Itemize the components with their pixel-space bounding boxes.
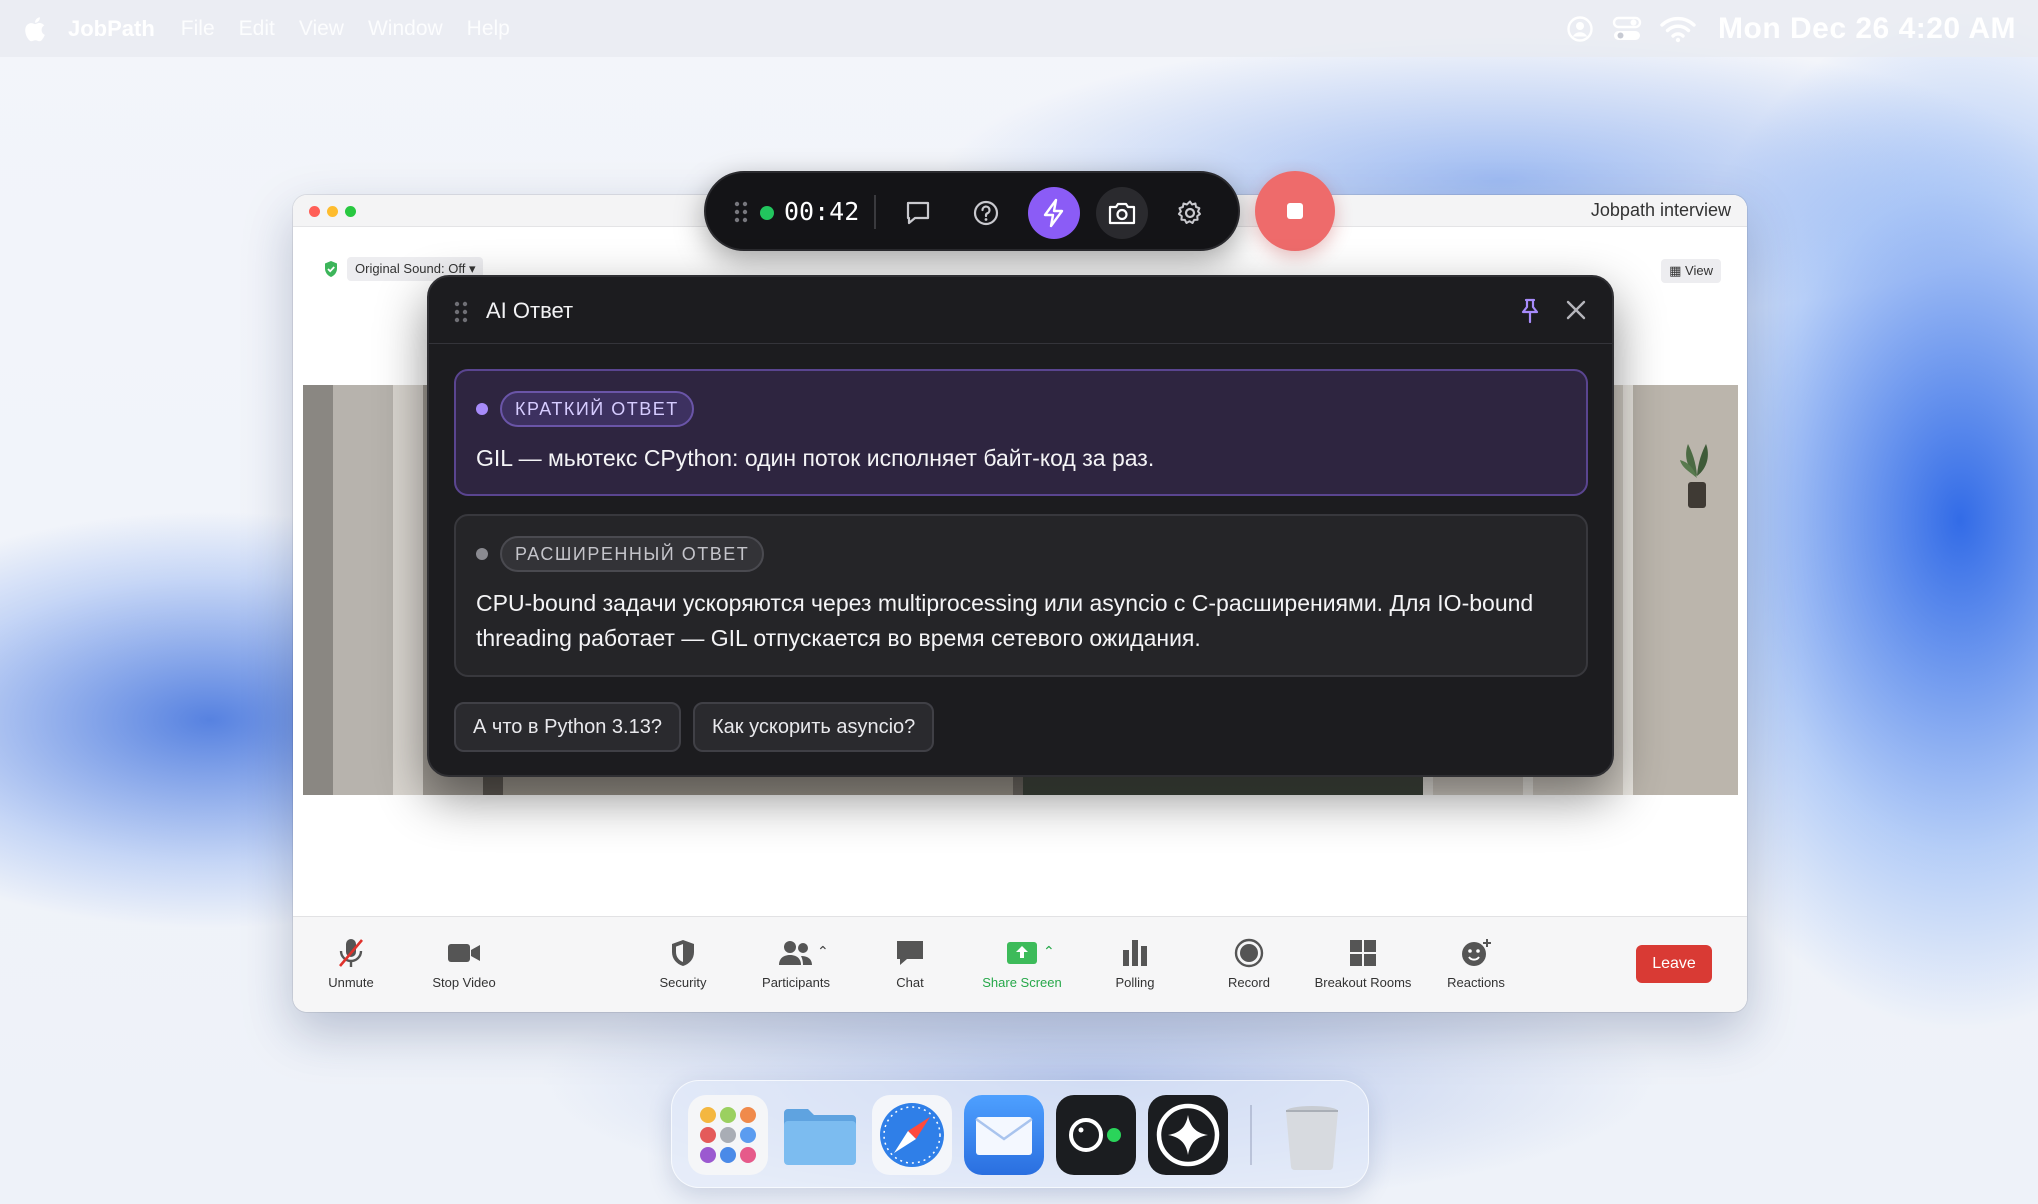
stop-recording-button[interactable] (1255, 171, 1335, 251)
extended-answer-tag: РАСШИРЕННЫЙ ОТВЕТ (500, 536, 765, 572)
reactions-button[interactable]: Reactions (1421, 937, 1531, 990)
menu-view[interactable]: View (299, 17, 344, 41)
launchpad-icon[interactable] (688, 1095, 768, 1175)
share-screen-caret-icon[interactable]: ⌃ (1043, 943, 1055, 960)
control-center-icon[interactable] (1612, 15, 1642, 43)
unmute-button[interactable]: Unmute (296, 937, 406, 990)
camera-icon (1107, 200, 1137, 226)
short-answer-card: КРАТКИЙ ОТВЕТ GIL — мьютекс CPython: оди… (454, 369, 1588, 496)
extended-answer-tag-row: РАСШИРЕННЫЙ ОТВЕТ (476, 536, 765, 572)
extended-answer-text: CPU-bound задачи ускоряются через multip… (476, 590, 1534, 651)
shield-icon (669, 937, 697, 969)
stop-video-label: Stop Video (432, 975, 496, 990)
followup-chips: А что в Python 3.13? Как ускорить asynci… (454, 702, 935, 752)
short-answer-tag: КРАТКИЙ ОТВЕТ (500, 391, 694, 427)
shield-check-icon (323, 260, 339, 278)
menu-clock[interactable]: Mon Dec 26 4:20 AM (1718, 12, 2016, 46)
recording-status-dot (760, 206, 774, 220)
leave-button[interactable]: Leave (1636, 945, 1712, 983)
wifi-icon[interactable] (1660, 15, 1696, 43)
short-answer-text: GIL — мьютекс CPython: один поток исполн… (476, 445, 1155, 471)
security-label: Security (659, 975, 707, 990)
help-button[interactable] (960, 187, 1012, 239)
participants-icon (779, 937, 813, 969)
assistant-control-bar: 00:42 (704, 171, 1240, 251)
apple-logo-icon[interactable] (22, 15, 46, 43)
close-window-button[interactable] (309, 206, 320, 217)
breakout-rooms-label: Breakout Rooms (1314, 975, 1412, 990)
chat-toggle-button[interactable] (892, 187, 944, 239)
jobpath-icon[interactable] (1056, 1095, 1136, 1175)
followup-chip-python313[interactable]: А что в Python 3.13? (454, 702, 681, 752)
menu-window[interactable]: Window (368, 17, 443, 41)
minimize-window-button[interactable] (327, 206, 338, 217)
stop-video-button[interactable]: Stop Video (409, 937, 519, 990)
unmute-label: Unmute (328, 975, 374, 990)
chat-icon (895, 937, 925, 969)
short-answer-tag-row: КРАТКИЙ ОТВЕТ (476, 391, 694, 427)
polling-label: Polling (1115, 975, 1155, 990)
dock (671, 1080, 1369, 1188)
chat-button[interactable]: Chat (855, 937, 965, 990)
zoom-toolbar: Unmute Stop Video Security Participants … (293, 916, 1747, 1012)
trash-icon[interactable] (1272, 1095, 1352, 1175)
window-controls (309, 206, 356, 217)
record-label: Record (1228, 975, 1270, 990)
record-button[interactable]: Record (1194, 937, 1304, 990)
dock-divider (1250, 1105, 1252, 1165)
bar-chart-icon (1121, 937, 1149, 969)
safari-icon[interactable] (872, 1095, 952, 1175)
followup-chip-asyncio[interactable]: Как ускорить asyncio? (692, 702, 935, 752)
breakout-rooms-button[interactable]: Breakout Rooms (1308, 937, 1418, 990)
record-icon (1234, 937, 1264, 969)
reactions-label: Reactions (1447, 975, 1505, 990)
ai-answer-button[interactable] (1028, 187, 1080, 239)
security-button[interactable]: Security (628, 937, 738, 990)
maximize-window-button[interactable] (345, 206, 356, 217)
ai-panel-header: AI Ответ (429, 277, 1612, 344)
close-icon[interactable] (1564, 298, 1588, 322)
chat-bubble-icon (904, 199, 932, 227)
settings-button[interactable] (1164, 187, 1216, 239)
gear-icon (1176, 199, 1204, 227)
pin-icon[interactable] (1518, 298, 1542, 324)
chat-label: Chat (896, 975, 924, 990)
breakout-rooms-icon (1349, 937, 1377, 969)
muted-microphone-icon (336, 937, 366, 969)
drag-grip-icon[interactable] (454, 301, 468, 323)
finder-folder-icon[interactable] (780, 1095, 860, 1175)
stop-icon (1287, 203, 1303, 219)
menu-edit[interactable]: Edit (239, 17, 275, 41)
extended-answer-dot (476, 548, 488, 560)
menu-file[interactable]: File (181, 17, 215, 41)
plant-decoration-icon (1680, 438, 1714, 510)
short-answer-dot (476, 403, 488, 415)
ai-answer-panel: AI Ответ КРАТКИЙ ОТВЕТ GIL — мьютекс CPy… (427, 275, 1614, 777)
ai-panel-title: AI Ответ (486, 298, 574, 323)
reactions-icon (1460, 937, 1492, 969)
view-button[interactable]: ▦ View (1661, 259, 1721, 283)
user-account-icon[interactable] (1566, 15, 1594, 43)
menu-app-name[interactable]: JobPath (68, 16, 155, 42)
extended-answer-card: РАСШИРЕННЫЙ ОТВЕТ CPU-bound задачи ускор… (454, 514, 1588, 677)
zoom-window-title: Jobpath interview (1590, 200, 1731, 220)
share-screen-button[interactable]: Share Screen (967, 937, 1077, 990)
drag-grip-icon[interactable] (734, 201, 748, 223)
mail-icon[interactable] (964, 1095, 1044, 1175)
menu-bar: JobPath File Edit View Window Help Mon D… (0, 0, 2038, 57)
lightning-icon (1040, 198, 1068, 228)
share-screen-label: Share Screen (982, 975, 1062, 990)
polling-button[interactable]: Polling (1080, 937, 1190, 990)
participants-label: Participants (762, 975, 830, 990)
assistant-icon[interactable] (1148, 1095, 1228, 1175)
screenshot-button[interactable] (1096, 187, 1148, 239)
help-icon (972, 199, 1000, 227)
control-bar-divider (874, 195, 876, 229)
video-camera-icon (447, 937, 481, 969)
menu-help[interactable]: Help (467, 17, 510, 41)
session-timer: 00:42 (784, 197, 860, 226)
participants-button[interactable]: Participants (741, 937, 851, 990)
share-screen-icon (1006, 937, 1038, 969)
participants-caret-icon[interactable]: ⌃ (817, 943, 829, 960)
